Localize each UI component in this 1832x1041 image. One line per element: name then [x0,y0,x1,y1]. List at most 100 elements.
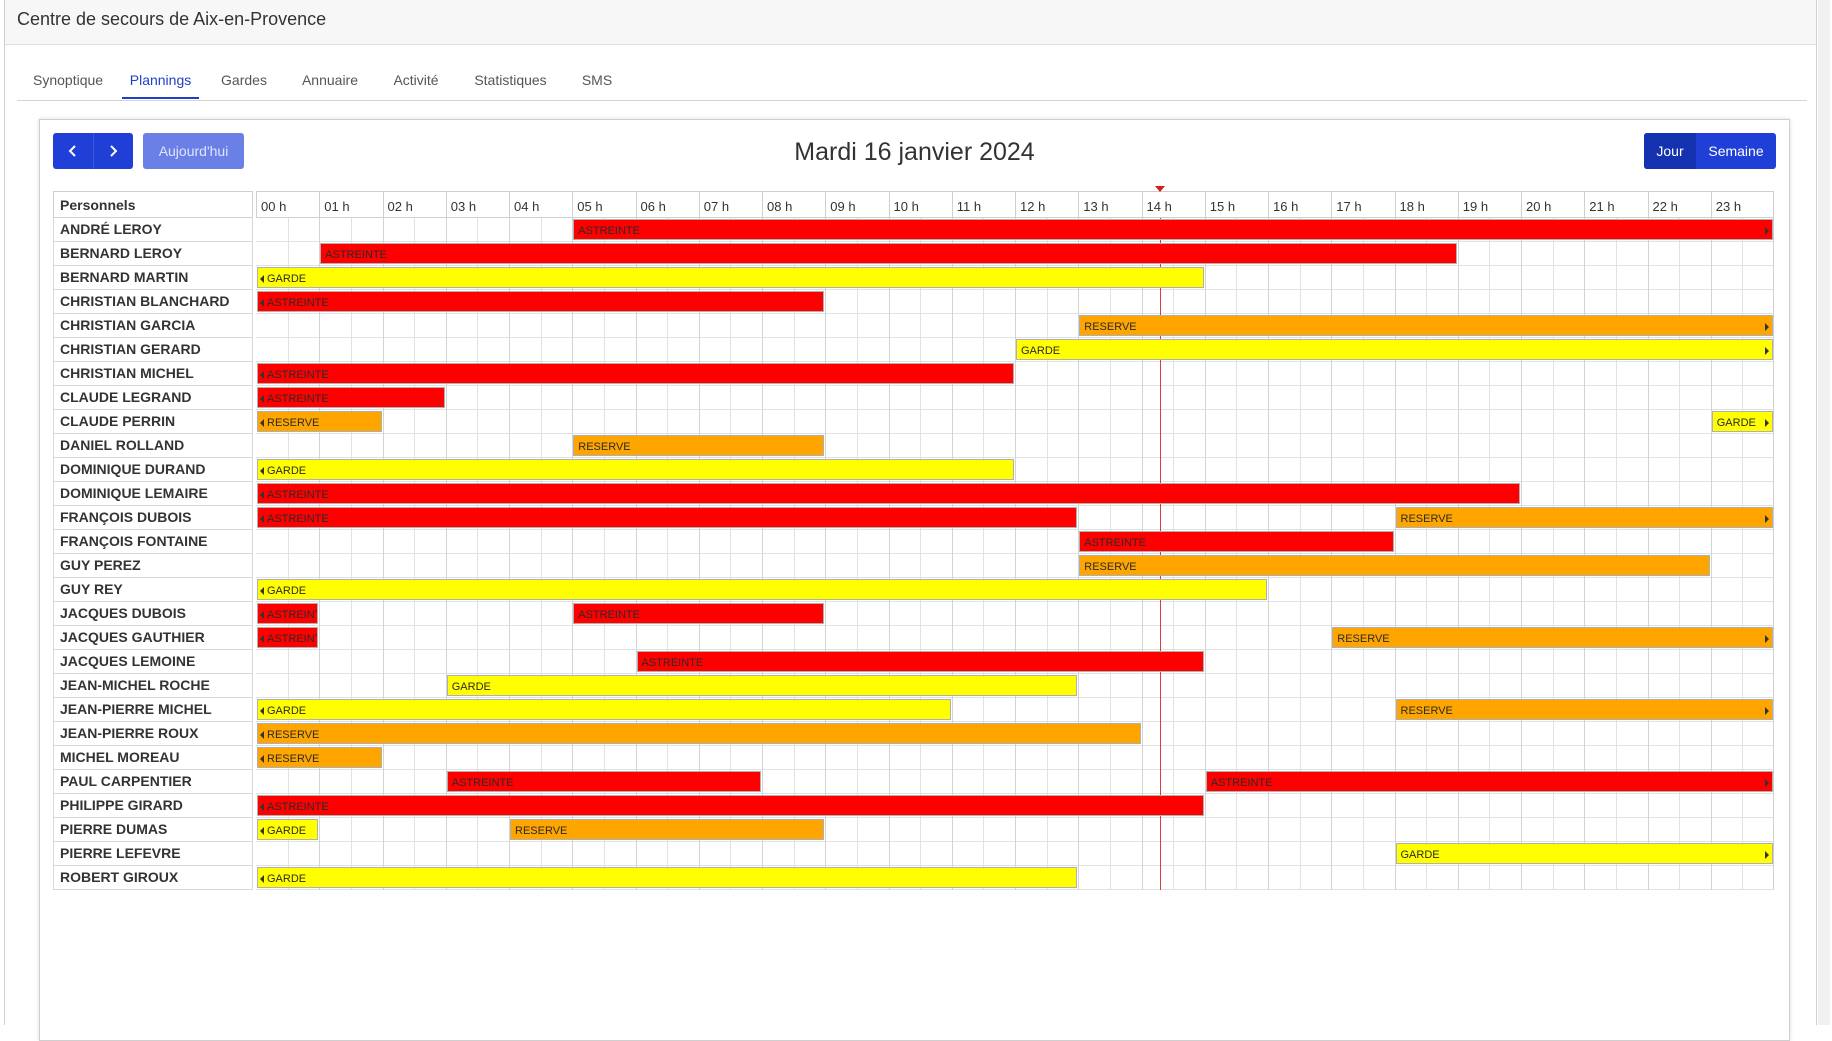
shift-event-astreinte[interactable]: ASTREINTE [257,507,1078,528]
window-scrollbar[interactable] [1818,0,1830,1025]
row-timeline[interactable]: ASTREINTE [256,218,1774,242]
row-timeline[interactable]: GARDE [256,842,1774,866]
tab-sms[interactable]: SMS [581,72,613,97]
tab-synoptique[interactable]: Synoptique [33,72,103,97]
personnel-name[interactable]: ANDRÉ LEROY [53,218,253,242]
tab-activite[interactable]: Activité [392,72,440,97]
shift-event-garde[interactable]: GARDE [446,675,1078,696]
shift-event-reserve[interactable]: RESERVE [1332,627,1773,648]
personnel-name[interactable]: JEAN-PIERRE MICHEL [53,698,253,722]
shift-event-garde[interactable]: GARDE [1016,339,1773,360]
personnel-name[interactable]: DOMINIQUE LEMAIRE [53,482,253,506]
personnel-name[interactable]: BERNARD LEROY [53,242,253,266]
personnel-name[interactable]: CLAUDE PERRIN [53,410,253,434]
personnel-name[interactable]: FRANÇOIS DUBOIS [53,506,253,530]
row-timeline[interactable]: ASTREINTE [256,386,1774,410]
shift-event-garde[interactable]: GARDE [257,819,319,840]
shift-event-garde[interactable]: GARDE [1711,411,1773,432]
shift-event-reserve[interactable]: RESERVE [257,747,382,768]
shift-event-reserve[interactable]: RESERVE [1395,699,1773,720]
shift-event-garde[interactable]: GARDE [257,459,1014,480]
row-timeline[interactable]: GARDE RESERVE [256,818,1774,842]
shift-event-astreinte[interactable]: ASTREINTE [257,603,319,624]
personnel-name[interactable]: PIERRE DUMAS [53,818,253,842]
personnel-name[interactable]: JACQUES GAUTHIER [53,626,253,650]
shift-event-astreinte[interactable]: ASTREINTE [257,387,445,408]
shift-event-reserve[interactable]: RESERVE [1079,555,1710,576]
row-timeline[interactable]: ASTREINTE [256,242,1774,266]
personnel-name[interactable]: GUY PEREZ [53,554,253,578]
row-timeline[interactable]: GARDE [256,458,1774,482]
shift-event-astreinte[interactable]: ASTREINTE [257,795,1204,816]
row-timeline[interactable]: GARDE RESERVE [256,698,1774,722]
row-timeline[interactable]: GARDE [256,866,1774,890]
row-timeline[interactable]: RESERVE [256,314,1774,338]
tab-annuaire[interactable]: Annuaire [301,72,359,97]
row-timeline[interactable]: ASTREINTE ASTREINTE [256,770,1774,794]
personnel-name[interactable]: JACQUES LEMOINE [53,650,253,674]
personnel-name[interactable]: JEAN-MICHEL ROCHE [53,674,253,698]
personnel-name[interactable]: GUY REY [53,578,253,602]
personnel-name[interactable]: ROBERT GIROUX [53,866,253,890]
row-timeline[interactable]: GARDE [256,266,1774,290]
row-timeline[interactable]: ASTREINTE RESERVE [256,506,1774,530]
personnel-name[interactable]: CHRISTIAN BLANCHARD [53,290,253,314]
shift-event-astreinte[interactable]: ASTREINTE [257,483,1520,504]
row-timeline[interactable]: RESERVE [256,554,1774,578]
shift-event-astreinte[interactable]: ASTREINTE [636,651,1204,672]
personnel-name[interactable]: PIERRE LEFEVRE [53,842,253,866]
row-timeline[interactable]: RESERVE GARDE [256,410,1774,434]
shift-event-reserve[interactable]: RESERVE [573,435,825,456]
personnel-name[interactable]: MICHEL MOREAU [53,746,253,770]
shift-event-garde[interactable]: GARDE [257,579,1267,600]
shift-event-garde[interactable]: GARDE [257,867,1078,888]
row-timeline[interactable]: GARDE [256,578,1774,602]
personnel-name[interactable]: DOMINIQUE DURAND [53,458,253,482]
row-timeline[interactable]: RESERVE [256,434,1774,458]
shift-event-reserve[interactable]: RESERVE [257,411,382,432]
row-timeline[interactable]: ASTREINTE [256,290,1774,314]
personnel-name[interactable]: CHRISTIAN MICHEL [53,362,253,386]
personnel-name[interactable]: JACQUES DUBOIS [53,602,253,626]
personnel-name[interactable]: BERNARD MARTIN [53,266,253,290]
row-timeline[interactable]: ASTREINTE [256,530,1774,554]
personnel-name[interactable]: DANIEL ROLLAND [53,434,253,458]
personnel-name[interactable]: CHRISTIAN GARCIA [53,314,253,338]
shift-event-reserve[interactable]: RESERVE [257,723,1141,744]
personnel-name[interactable]: PAUL CARPENTIER [53,770,253,794]
shift-event-astreinte[interactable]: ASTREINTE [1079,531,1394,552]
shift-event-astreinte[interactable]: ASTREINTE [320,243,1457,264]
view-week-button[interactable]: Semaine [1696,133,1776,169]
shift-event-reserve[interactable]: RESERVE [1079,315,1773,336]
row-timeline[interactable]: ASTREINTE [256,362,1774,386]
shift-event-astreinte[interactable]: ASTREINTE [257,363,1014,384]
shift-event-reserve[interactable]: RESERVE [1395,507,1773,528]
shift-event-garde[interactable]: GARDE [257,699,951,720]
personnel-name[interactable]: FRANÇOIS FONTAINE [53,530,253,554]
shift-event-astreinte[interactable]: ASTREINTE [257,627,319,648]
row-timeline[interactable]: GARDE [256,674,1774,698]
shift-event-reserve[interactable]: RESERVE [510,819,825,840]
shift-event-astreinte[interactable]: ASTREINTE [257,291,825,312]
tab-gardes[interactable]: Gardes [221,72,267,97]
row-timeline[interactable]: ASTREINTE ASTREINTE [256,602,1774,626]
shift-event-astreinte[interactable]: ASTREINTE [1205,771,1773,792]
shift-event-astreinte[interactable]: ASTREINTE [573,603,825,624]
shift-event-astreinte[interactable]: ASTREINTE [446,771,761,792]
row-timeline[interactable]: RESERVE [256,722,1774,746]
view-day-button[interactable]: Jour [1644,133,1696,169]
shift-event-garde[interactable]: GARDE [1395,843,1773,864]
shift-event-garde[interactable]: GARDE [257,267,1204,288]
row-timeline[interactable]: RESERVE [256,746,1774,770]
tab-plannings[interactable]: Plannings [122,72,199,99]
personnel-name[interactable]: PHILIPPE GIRARD [53,794,253,818]
row-timeline[interactable]: ASTREINTE [256,794,1774,818]
shift-event-astreinte[interactable]: ASTREINTE [573,219,1773,240]
personnel-name[interactable]: CHRISTIAN GERARD [53,338,253,362]
personnel-name[interactable]: CLAUDE LEGRAND [53,386,253,410]
personnel-name[interactable]: JEAN-PIERRE ROUX [53,722,253,746]
row-timeline[interactable]: ASTREINTE RESERVE [256,626,1774,650]
row-timeline[interactable]: ASTREINTE [256,650,1774,674]
row-timeline[interactable]: GARDE [256,338,1774,362]
tab-statistiques[interactable]: Statistiques [473,72,548,97]
